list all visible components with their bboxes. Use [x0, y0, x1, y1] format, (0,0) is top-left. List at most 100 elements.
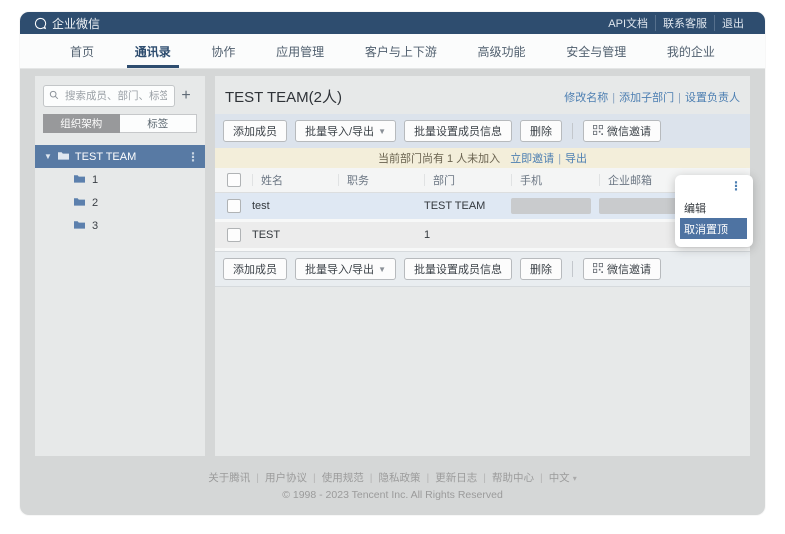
button-label: 批量导入/导出: [305, 123, 374, 139]
top-bar: 企业微信 API文档 联系客服 退出: [20, 12, 765, 34]
table-row[interactable]: test TEST TEAM ⋮: [215, 193, 750, 219]
tab-security[interactable]: 安全与管理: [558, 34, 634, 68]
department-panel: TEST TEAM(2人) 修改名称 添加子部门 设置负责人 添加成员 批量导入…: [215, 76, 750, 456]
tree-node-label: 2: [92, 197, 98, 209]
export-link[interactable]: 导出: [565, 150, 587, 166]
cell-department: 1: [424, 229, 511, 241]
tab-org-structure[interactable]: 组织架构: [43, 114, 120, 133]
add-member-button[interactable]: 添加成员: [223, 120, 287, 142]
tab-labels[interactable]: 标签: [120, 114, 198, 133]
api-docs-link[interactable]: API文档: [601, 15, 656, 31]
set-manager-link[interactable]: 设置负责人: [685, 89, 740, 105]
tab-contacts[interactable]: 通讯录: [127, 34, 179, 68]
tree-node-child[interactable]: 2: [35, 191, 205, 214]
language-selector[interactable]: 中文: [549, 470, 577, 485]
menu-item-edit[interactable]: 编辑: [680, 197, 747, 218]
member-toolbar-top: 添加成员 批量导入/导出 ▼ 批量设置成员信息 删除: [215, 114, 750, 148]
member-table-header: 姓名 职务 部门 手机 企业邮箱: [215, 168, 750, 193]
invite-now-link[interactable]: 立即邀请: [510, 150, 565, 166]
search-input[interactable]: [63, 89, 169, 103]
page-footer: 关于腾讯 用户协议 使用规范 隐私政策 更新日志 帮助中心 中文 © 1998 …: [20, 470, 765, 501]
tab-customers[interactable]: 客户与上下游: [357, 34, 445, 68]
cell-department: TEST TEAM: [424, 200, 511, 212]
member-toolbar-bottom: 添加成员 批量导入/导出 ▼ 批量设置成员信息 删除: [215, 251, 750, 287]
row-checkbox[interactable]: [227, 199, 241, 213]
header-department: 部门: [424, 174, 511, 186]
folder-icon: [57, 150, 70, 164]
tree-node-child[interactable]: 3: [35, 214, 205, 237]
add-subdepartment-link[interactable]: 添加子部门: [619, 89, 685, 105]
pending-join-notice: 当前部门尚有 1 人未加入 立即邀请 导出: [215, 148, 750, 168]
org-tree: ▼ TEST TEAM ⋮ 1: [35, 145, 205, 237]
row-context-menu: ⋮ 编辑 取消置顶: [675, 175, 753, 247]
app-window: 企业微信 API文档 联系客服 退出 首页 通讯录 协作 应用管理 客户与上下游…: [20, 12, 765, 515]
folder-icon: [73, 196, 86, 210]
qr-code-icon: [593, 125, 603, 138]
tree-node-label: 3: [92, 220, 98, 232]
folder-icon: [73, 219, 86, 233]
import-export-button[interactable]: 批量导入/导出 ▼: [295, 258, 396, 280]
tab-advanced[interactable]: 高级功能: [470, 34, 534, 68]
wechat-work-logo-icon: [34, 17, 47, 30]
main-nav: 首页 通讯录 协作 应用管理 客户与上下游 高级功能 安全与管理 我的企业: [20, 34, 765, 69]
contacts-sidebar: + 组织架构 标签 ▼ TEST TEAM ⋮: [35, 76, 205, 456]
add-department-button[interactable]: +: [175, 86, 197, 106]
button-label: 批量导入/导出: [305, 261, 374, 277]
batch-set-info-button[interactable]: 批量设置成员信息: [404, 120, 512, 142]
app-title: 企业微信: [52, 15, 100, 32]
contact-support-link[interactable]: 联系客服: [656, 15, 715, 31]
footer-link-help[interactable]: 帮助中心: [492, 470, 549, 485]
batch-set-info-button[interactable]: 批量设置成员信息: [404, 258, 512, 280]
table-row[interactable]: TEST 1: [215, 222, 750, 248]
footer-link-about[interactable]: 关于腾讯: [208, 470, 265, 485]
tab-home[interactable]: 首页: [62, 34, 102, 68]
qr-code-icon: [593, 263, 603, 276]
wechat-invite-button[interactable]: 微信邀请: [583, 258, 661, 280]
chevron-down-icon: ▼: [378, 265, 386, 274]
cell-name: TEST: [252, 229, 338, 241]
footer-link-changelog[interactable]: 更新日志: [435, 470, 492, 485]
delete-button[interactable]: 删除: [520, 120, 562, 142]
search-box[interactable]: [43, 85, 175, 107]
footer-link-agreement[interactable]: 用户协议: [265, 470, 322, 485]
toolbar-divider: [572, 123, 573, 139]
menu-item-unpin[interactable]: 取消置顶: [680, 218, 747, 239]
add-member-button[interactable]: 添加成员: [223, 258, 287, 280]
tab-my-company[interactable]: 我的企业: [659, 34, 723, 68]
tab-app-management[interactable]: 应用管理: [268, 34, 332, 68]
select-all-checkbox[interactable]: [227, 173, 241, 187]
top-bar-links: API文档 联系客服 退出: [601, 15, 751, 31]
tab-collaboration[interactable]: 协作: [203, 34, 243, 68]
tree-node-menu-icon[interactable]: ⋮: [187, 150, 199, 164]
button-label: 添加成员: [233, 123, 277, 139]
sidebar-view-switch: 组织架构 标签: [43, 114, 197, 133]
row-menu-icon[interactable]: ⋮: [730, 179, 742, 193]
import-export-button[interactable]: 批量导入/导出 ▼: [295, 120, 396, 142]
footer-link-rules[interactable]: 使用规范: [322, 470, 379, 485]
cell-name: test: [252, 200, 338, 212]
button-label: 删除: [530, 261, 552, 277]
caret-down-icon[interactable]: ▼: [44, 152, 52, 161]
toolbar-divider: [572, 261, 573, 277]
tree-node-label: 1: [92, 174, 98, 186]
header-phone: 手机: [511, 174, 599, 186]
phone-redacted-block: [511, 198, 591, 214]
tree-node-label: TEST TEAM: [75, 151, 136, 163]
logout-link[interactable]: 退出: [715, 15, 751, 31]
search-icon: [49, 87, 59, 105]
tree-node-root[interactable]: ▼ TEST TEAM ⋮: [35, 145, 205, 168]
button-label: 微信邀请: [607, 261, 651, 277]
button-label: 批量设置成员信息: [414, 123, 502, 139]
header-title: 职务: [338, 174, 424, 186]
tree-node-child[interactable]: 1: [35, 168, 205, 191]
header-name: 姓名: [252, 174, 338, 186]
footer-link-privacy[interactable]: 隐私政策: [378, 470, 435, 485]
button-label: 批量设置成员信息: [414, 261, 502, 277]
delete-button[interactable]: 删除: [520, 258, 562, 280]
rename-link[interactable]: 修改名称: [564, 89, 619, 105]
wechat-invite-button[interactable]: 微信邀请: [583, 120, 661, 142]
row-checkbox[interactable]: [227, 228, 241, 242]
folder-icon: [73, 173, 86, 187]
page-title: TEST TEAM(2人): [225, 86, 342, 107]
app-logo: 企业微信: [34, 15, 100, 32]
